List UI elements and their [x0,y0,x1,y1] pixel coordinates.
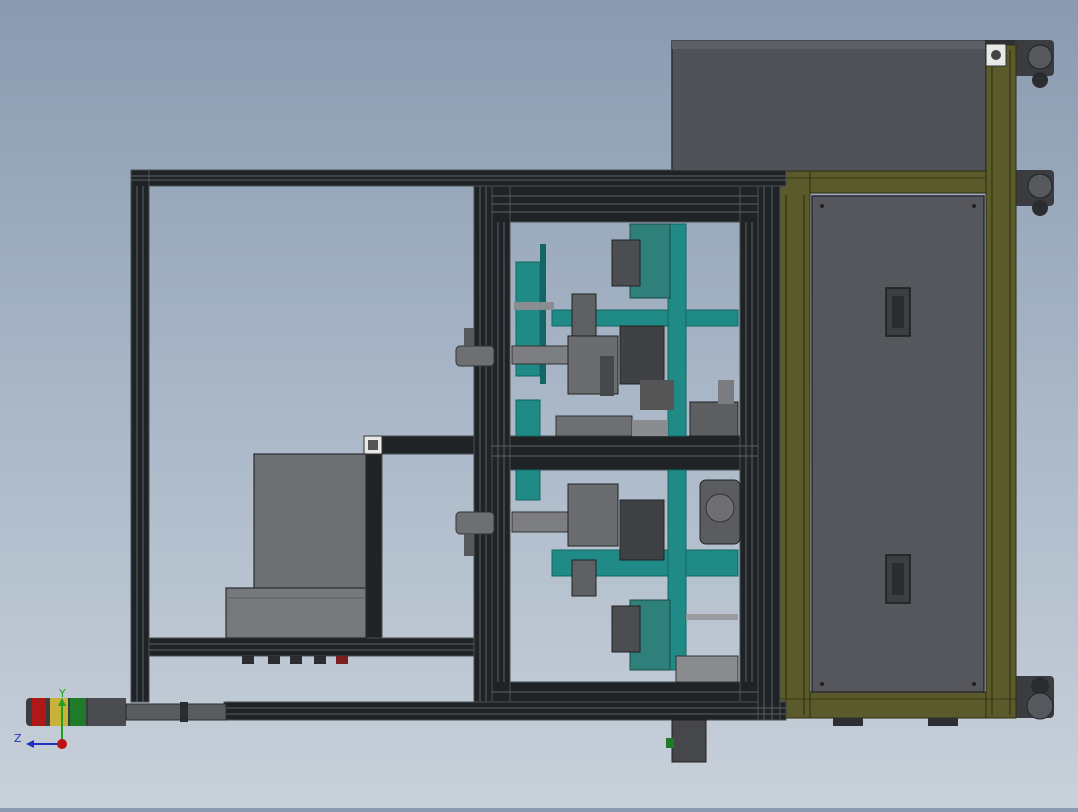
connector-row [242,656,348,664]
side-cover-panel [811,195,985,693]
control-box-lower [225,587,367,639]
corner-bracket-top-right [985,43,1007,67]
panel-handle-bottom [885,554,911,604]
drive-motor [666,719,707,763]
corner-bracket [363,435,383,455]
machine-assembly-drawing: Y Z [14,40,1054,763]
cad-viewport[interactable]: Y Z [0,0,1078,808]
electrical-cabinet [671,40,987,174]
leveling-feet [833,718,958,726]
y-axis-label: Y [58,687,66,700]
control-box-upper [253,453,367,591]
caster-bottom [1014,676,1054,720]
panel-handle-top [885,287,911,337]
caster-middle [1014,170,1054,216]
z-axis-label: Z [14,732,22,745]
signal-tower-light [26,698,227,726]
